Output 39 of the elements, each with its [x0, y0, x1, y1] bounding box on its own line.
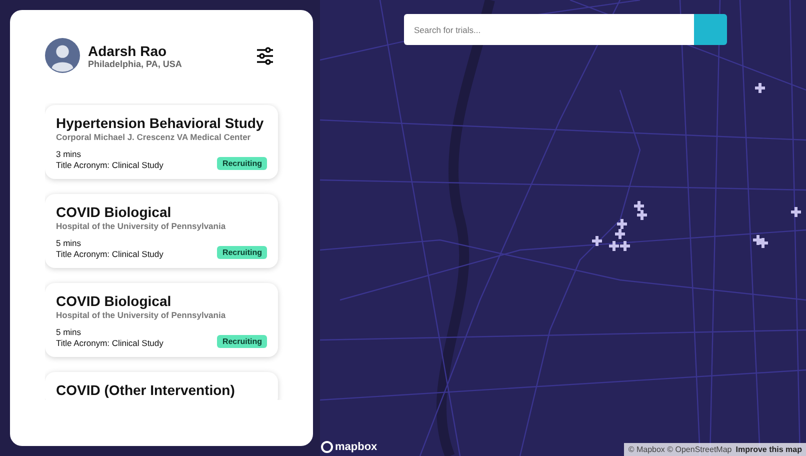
plus-marker-icon[interactable] [592, 236, 602, 246]
trial-duration: 5 mins [56, 238, 82, 248]
search-field[interactable]: Search for trials... [404, 14, 694, 45]
trial-card[interactable]: Hypertension Behavioral Study Corporal Michael J. Crescenz VA Medical Center 3 mins Title Acronym: Clinical Study Recruiting [45, 105, 278, 179]
trial-site: Hospital of the University of Pennsylvania [56, 221, 227, 231]
trial-acronym: Title Acronym: Clinical Study [56, 160, 164, 170]
avatar-icon [45, 38, 80, 73]
plus-marker-icon[interactable] [634, 201, 644, 211]
filter-sliders-icon[interactable] [255, 46, 275, 66]
plus-marker-icon[interactable] [615, 229, 625, 239]
plus-marker-icon[interactable] [620, 241, 630, 251]
trial-duration: 5 mins [56, 327, 82, 337]
trial-card[interactable]: COVID Biological Hospital of the University of Pennsylvania 5 mins Title Acronym: Clinical Study Recruiting [45, 283, 278, 357]
improve-map-link[interactable]: Improve this map [736, 445, 802, 454]
status-badge: Recruiting [217, 335, 267, 348]
plus-marker-icon[interactable] [791, 207, 801, 217]
plus-marker-icon[interactable] [758, 238, 768, 248]
trial-duration: 3 mins [56, 149, 82, 159]
user-name: Adarsh Rao [88, 42, 168, 58]
mapbox-logo-icon [321, 441, 333, 453]
mapbox-logo-text: mapbox [335, 441, 378, 453]
trial-site: Hospital of the University of Pennsylvania [56, 310, 227, 320]
trial-site: Corporal Michael J. Crescenz VA Medical Center [56, 132, 252, 142]
trial-title: Hypertension Behavioral Study [56, 115, 265, 131]
trial-acronym: Title Acronym: Clinical Study [56, 249, 164, 259]
trial-title: COVID Biological [56, 293, 172, 309]
plus-marker-icon[interactable] [755, 83, 765, 93]
plus-marker-icon[interactable] [637, 210, 647, 220]
status-badge: Recruiting [217, 246, 267, 259]
plus-marker-icon[interactable] [617, 219, 627, 229]
user-location: Philadelphia, PA, USA [88, 58, 183, 68]
trial-acronym: Title Acronym: Clinical Study [56, 338, 164, 348]
plus-marker-icon[interactable] [609, 241, 619, 251]
trial-title: COVID (Other Intervention) [56, 382, 236, 398]
trial-title: COVID Biological [56, 204, 172, 220]
map-attribution: © Mapbox © OpenStreetMap [628, 445, 732, 454]
trial-card[interactable]: COVID Biological Hospital of the University of Pennsylvania 5 mins Title Acronym: Clinical Study Recruiting [45, 194, 278, 268]
trial-card[interactable]: COVID (Other Intervention) [45, 372, 278, 400]
status-badge: Recruiting [217, 157, 267, 170]
